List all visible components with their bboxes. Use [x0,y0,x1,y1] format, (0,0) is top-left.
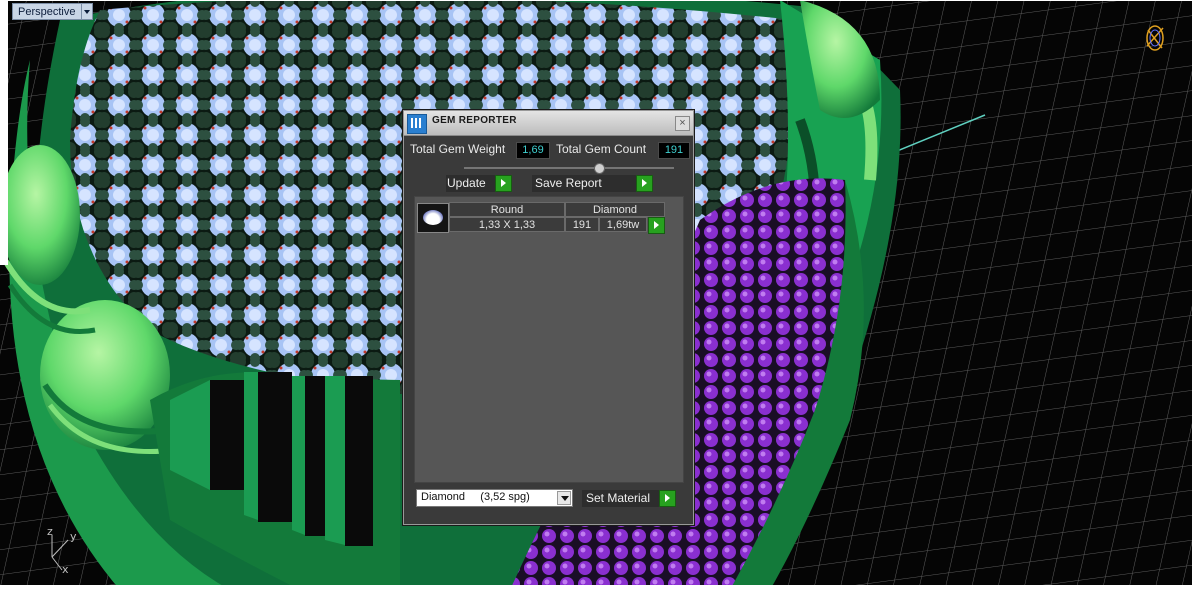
gem-size-cell: 1,33 X 1,33 [449,217,565,232]
material-select[interactable]: Diamond (3,52 spg) [416,489,573,507]
gem-count-cell: 191 [565,217,599,232]
total-gem-count-label: Total Gem Count [556,142,647,156]
chevron-down-icon[interactable] [557,491,571,505]
viewport-border-bottom [0,585,1200,590]
total-gem-weight-label: Total Gem Weight [410,142,506,156]
gem-reporter-titlebar[interactable]: GEM REPORTER × [404,111,693,136]
round-gem-thumbnail [417,203,449,233]
total-gem-count: Total Gem Count 191 [556,141,691,159]
total-gem-count-value: 191 [658,142,690,159]
material-select-value: Diamond (3,52 spg) [421,491,530,503]
set-material-button[interactable]: Set Material [582,490,676,507]
play-icon[interactable] [648,217,665,234]
viewport-title[interactable]: Perspective [12,3,83,20]
play-icon[interactable] [659,490,676,507]
play-icon[interactable] [495,175,512,192]
gem-reporter-app-icon [407,114,427,134]
axis-y-label: y [70,530,77,543]
gem-weight-cell: 1,69tw [599,217,647,232]
gem-material-header: Diamond [565,202,665,217]
play-icon[interactable] [636,175,653,192]
list-item[interactable]: Round Diamond 1,33 X 1,33 191 1,69tw [415,201,683,234]
total-gem-weight: Total Gem Weight 1,69 [410,141,550,159]
close-icon[interactable]: × [675,116,690,131]
set-material-button-label: Set Material [586,491,651,505]
gem-reporter-window[interactable]: GEM REPORTER × Total Gem Weight 1,69 Tot… [403,110,694,525]
round-diamond-icon [423,210,443,225]
slider-track [464,167,674,169]
save-report-button[interactable]: Save Report [532,175,653,192]
gem-shape-header: Round [449,202,565,217]
viewport-border-top [0,0,1200,1]
size-slider[interactable] [464,163,674,174]
save-report-button-label: Save Report [535,176,602,190]
viewport-menu-icon[interactable] [82,3,94,20]
slider-knob[interactable] [594,163,605,174]
axis-x-label: x [62,563,69,576]
viewport-border-left [0,0,8,265]
total-gem-weight-value: 1,69 [516,142,550,159]
gem-reporter-title: GEM REPORTER [432,115,517,126]
gem-list[interactable]: Round Diamond 1,33 X 1,33 191 1,69tw [414,196,684,483]
axis-z-label: z [47,525,53,538]
viewport-border-right [1192,0,1200,590]
update-button-label: Update [447,176,486,190]
viewport-title-tab[interactable]: Perspective [12,3,94,20]
update-button[interactable]: Update [446,175,512,192]
